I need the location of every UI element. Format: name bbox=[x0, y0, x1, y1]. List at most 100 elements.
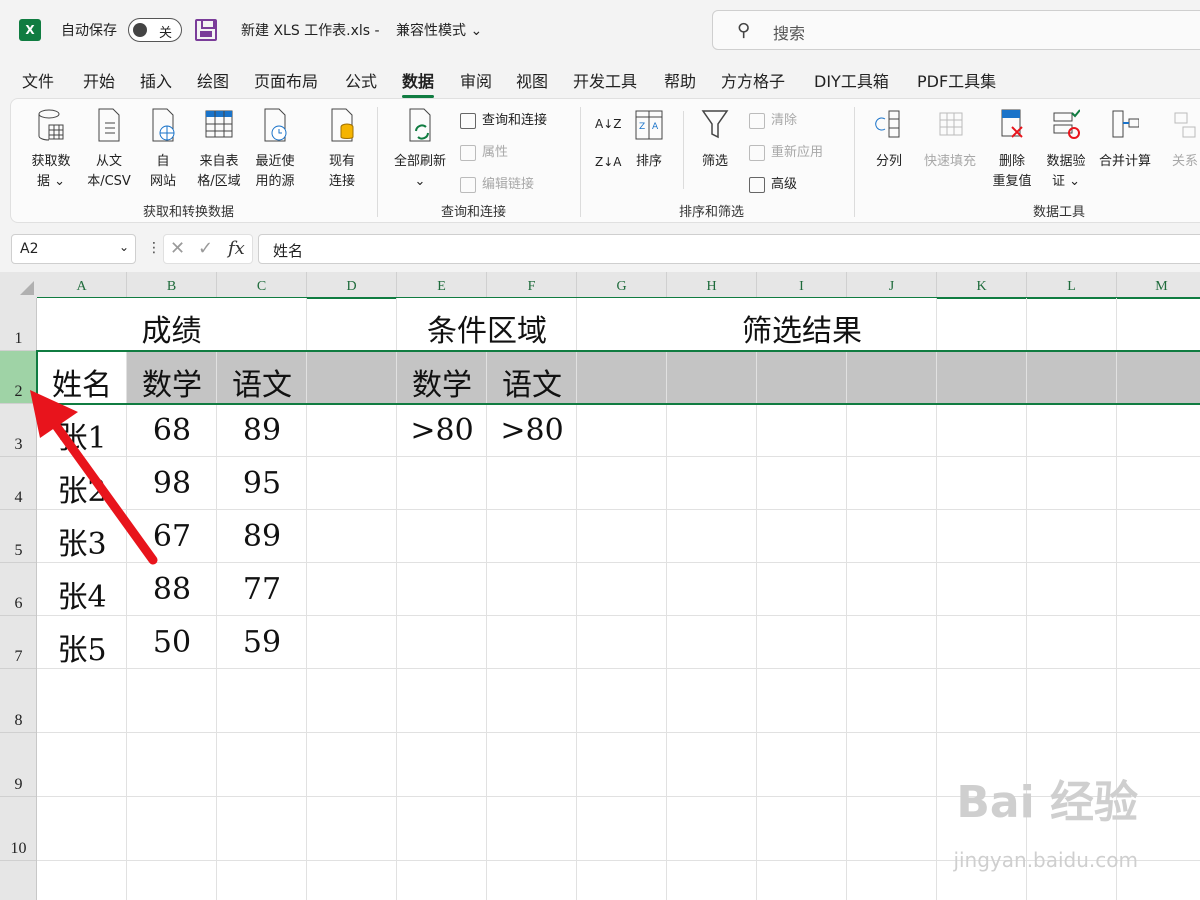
column-header-m[interactable]: M bbox=[1117, 272, 1200, 298]
column-header-i[interactable]: I bbox=[757, 272, 847, 298]
reapply-icon bbox=[749, 144, 765, 161]
tab-file[interactable]: 文件 bbox=[22, 68, 54, 92]
row-header-10[interactable]: 10 bbox=[0, 797, 37, 861]
recent-sources-button[interactable]: 最近使 用的源 bbox=[249, 107, 301, 192]
relationships-button[interactable]: 关系 bbox=[1163, 107, 1200, 172]
cell-b7[interactable]: 50 bbox=[127, 625, 217, 660]
clear-filter-icon bbox=[749, 112, 765, 129]
queries-connections-button[interactable]: 查询和连接 bbox=[460, 109, 547, 129]
connections-icon bbox=[331, 108, 354, 142]
tab-draw[interactable]: 绘图 bbox=[197, 68, 229, 92]
search-box[interactable]: ⚲ 搜索 bbox=[712, 10, 1200, 50]
column-header-f[interactable]: F bbox=[487, 272, 577, 298]
gridline bbox=[37, 732, 1200, 733]
insert-function-icon[interactable]: fx bbox=[228, 238, 245, 259]
column-header-d[interactable]: D bbox=[307, 272, 397, 298]
existing-connections-button[interactable]: 现有 连接 bbox=[317, 107, 367, 192]
formula-input[interactable]: 姓名 bbox=[258, 234, 1200, 264]
worksheet-grid[interactable]: A B C D E F G H I J K L M 1 2 3 4 5 6 7 … bbox=[0, 272, 1200, 900]
formula-buttons: ✕ ✓ fx bbox=[163, 234, 253, 264]
refresh-all-button[interactable]: 全部刷新 ⌄ bbox=[387, 107, 453, 192]
recent-file-icon bbox=[264, 108, 287, 142]
tab-pdf-tools[interactable]: PDF工具集 bbox=[917, 68, 996, 92]
group-queries-label: 查询和连接 bbox=[441, 205, 507, 220]
column-header-h[interactable]: H bbox=[667, 272, 757, 298]
baidu-watermark-url: jingyan.baidu.com bbox=[953, 848, 1138, 872]
tab-diy-toolbox[interactable]: DIY工具箱 bbox=[814, 68, 889, 92]
row-header-7[interactable]: 7 bbox=[0, 616, 37, 669]
row-header-8[interactable]: 8 bbox=[0, 669, 37, 733]
consolidate-button[interactable]: 合并计算 bbox=[1093, 107, 1157, 172]
sort-button[interactable]: ZA 排序 bbox=[627, 107, 671, 172]
group-sort-filter-label: 排序和筛选 bbox=[679, 205, 745, 220]
group-data-tools-label: 数据工具 bbox=[1033, 205, 1086, 220]
cell-c5[interactable]: 89 bbox=[217, 519, 307, 554]
data-validation-icon bbox=[1053, 109, 1081, 139]
edit-links-button[interactable]: 编辑链接 bbox=[460, 173, 534, 193]
filter-button[interactable]: 筛选 bbox=[693, 107, 737, 172]
autosave-toggle[interactable]: 关 bbox=[128, 18, 182, 42]
enter-icon[interactable]: ✓ bbox=[198, 238, 213, 259]
tab-page-layout[interactable]: 页面布局 bbox=[254, 68, 318, 92]
remove-duplicates-button[interactable]: 删除 重复值 bbox=[987, 107, 1037, 192]
cell-a7[interactable]: 张5 bbox=[37, 625, 127, 669]
cell-c7[interactable]: 59 bbox=[217, 625, 307, 660]
gridline bbox=[37, 509, 1200, 510]
gridline bbox=[37, 668, 1200, 669]
database-icon bbox=[38, 109, 64, 141]
advanced-filter-button[interactable]: 高级 bbox=[749, 173, 797, 193]
sort-ascending-button[interactable]: A↓Z bbox=[595, 117, 621, 131]
group-separator bbox=[377, 107, 378, 217]
get-data-button[interactable]: 获取数据 ⌄ bbox=[25, 107, 77, 192]
formula-bar-grip[interactable]: ⋮ bbox=[147, 240, 161, 256]
flash-fill-button[interactable]: 快速填充 bbox=[917, 107, 983, 172]
tab-fangfang[interactable]: 方方格子 bbox=[721, 68, 785, 92]
title-bar: X 自动保存 关 新建 XLS 工作表.xls - 兼容性模式 ⌄ ⚲ 搜索 bbox=[0, 0, 1200, 60]
row-header-11[interactable] bbox=[0, 861, 37, 900]
name-box[interactable]: A2 ⌄ bbox=[11, 234, 136, 264]
cancel-icon[interactable]: ✕ bbox=[170, 238, 185, 259]
cell-e1-title: 条件区域 bbox=[427, 314, 547, 349]
tab-review[interactable]: 审阅 bbox=[460, 68, 492, 92]
cell-f3[interactable]: >80 bbox=[487, 413, 577, 448]
tab-help[interactable]: 帮助 bbox=[664, 68, 696, 92]
tab-home[interactable]: 开始 bbox=[83, 68, 115, 92]
group-separator bbox=[683, 111, 684, 189]
tab-insert[interactable]: 插入 bbox=[140, 68, 172, 92]
tab-data[interactable]: 数据 bbox=[402, 68, 435, 98]
column-header-e[interactable]: E bbox=[397, 272, 487, 298]
cell-e3[interactable]: >80 bbox=[397, 413, 487, 448]
from-web-button[interactable]: 自网站 bbox=[139, 107, 187, 192]
annotation-arrow bbox=[30, 390, 158, 565]
column-header-k[interactable]: K bbox=[937, 272, 1027, 298]
cell-g1-title: 筛选结果 bbox=[742, 314, 862, 349]
edit-links-icon bbox=[460, 176, 476, 193]
from-text-csv-button[interactable]: 从文 本/CSV bbox=[83, 107, 135, 192]
sort-descending-button[interactable]: Z↓A bbox=[595, 155, 621, 169]
tab-formulas[interactable]: 公式 bbox=[345, 68, 377, 92]
column-header-g[interactable]: G bbox=[577, 272, 667, 298]
group-separator bbox=[854, 107, 855, 217]
compat-mode-dropdown[interactable]: 兼容性模式 ⌄ bbox=[396, 20, 482, 40]
properties-button[interactable]: 属性 bbox=[460, 141, 508, 161]
column-header-j[interactable]: J bbox=[847, 272, 937, 298]
toggle-knob bbox=[133, 23, 147, 37]
data-validation-button[interactable]: 数据验证 ⌄ bbox=[1041, 107, 1091, 192]
row-header-9[interactable]: 9 bbox=[0, 733, 37, 797]
gridline bbox=[37, 456, 1200, 457]
tab-view[interactable]: 视图 bbox=[516, 68, 548, 92]
text-to-columns-button[interactable]: 分列 bbox=[867, 107, 911, 172]
column-header-c[interactable]: C bbox=[217, 272, 307, 298]
cell-c6[interactable]: 77 bbox=[217, 572, 307, 607]
clear-filter-button[interactable]: 清除 bbox=[749, 109, 797, 129]
group-get-transform-label: 获取和转换数据 bbox=[143, 205, 235, 220]
tab-developer[interactable]: 开发工具 bbox=[573, 68, 637, 92]
save-icon[interactable] bbox=[195, 19, 217, 41]
autosave-state: 关 bbox=[159, 26, 173, 41]
remove-duplicates-icon bbox=[1001, 109, 1023, 138]
cell-c3[interactable]: 89 bbox=[217, 413, 307, 448]
reapply-button[interactable]: 重新应用 bbox=[749, 141, 823, 161]
from-table-button[interactable]: 来自表 格/区域 bbox=[191, 107, 247, 192]
cell-c4[interactable]: 95 bbox=[217, 466, 307, 501]
column-header-l[interactable]: L bbox=[1027, 272, 1117, 298]
